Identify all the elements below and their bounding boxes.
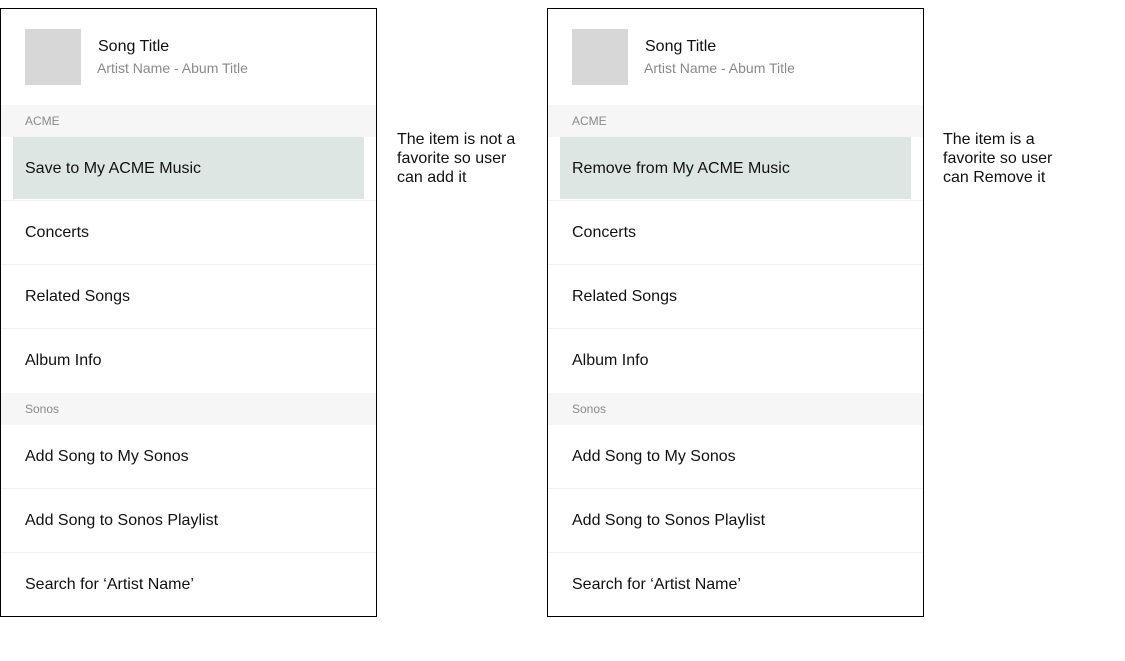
- menu-item-album-info[interactable]: Album Info: [548, 329, 923, 393]
- song-subtitle: Artist Name - Abum Title: [97, 60, 248, 76]
- menu-item-concerts[interactable]: Concerts: [1, 201, 376, 265]
- song-header: Song Title Artist Name - Abum Title: [548, 9, 923, 105]
- menu-item-label: Add Song to Sonos Playlist: [572, 512, 766, 529]
- menu-item-label: Add Song to My Sonos: [572, 448, 736, 465]
- context-menu-not-favorite: Song Title Artist Name - Abum Title ACME…: [0, 8, 377, 617]
- section-header-sonos: Sonos: [1, 393, 376, 425]
- album-art-placeholder: [572, 29, 628, 85]
- menu-item-add-to-my-sonos[interactable]: Add Song to My Sonos: [548, 425, 923, 489]
- menu-item-label: Concerts: [25, 224, 90, 241]
- menu-item-related-songs[interactable]: Related Songs: [548, 265, 923, 329]
- menu-item-search-artist[interactable]: Search for ‘Artist Name’: [1, 553, 376, 617]
- section-header-sonos: Sonos: [548, 393, 923, 425]
- menu-item-label: Related Songs: [25, 288, 130, 305]
- album-art-placeholder: [25, 29, 81, 85]
- context-menu-favorite: Song Title Artist Name - Abum Title ACME…: [547, 8, 924, 617]
- menu-item-add-to-my-sonos[interactable]: Add Song to My Sonos: [1, 425, 376, 489]
- menu-item-label: Save to My ACME Music: [25, 160, 202, 177]
- song-subtitle: Artist Name - Abum Title: [644, 60, 795, 76]
- menu-item-remove-from-acme[interactable]: Remove from My ACME Music: [548, 137, 923, 201]
- annotation-not-favorite: The item is not a favorite so user can a…: [397, 131, 516, 186]
- menu-item-label: Related Songs: [572, 288, 677, 305]
- menu-item-album-info[interactable]: Album Info: [1, 329, 376, 393]
- song-title: Song Title: [98, 38, 170, 55]
- song-header: Song Title Artist Name - Abum Title: [1, 9, 376, 105]
- menu-item-label: Album Info: [572, 352, 649, 369]
- menu-item-label: Add Song to Sonos Playlist: [25, 512, 219, 529]
- section-header-acme: ACME: [548, 105, 923, 137]
- menu-item-label: Add Song to My Sonos: [25, 448, 189, 465]
- menu-item-label: Search for ‘Artist Name’: [25, 576, 194, 593]
- menu-item-label: Remove from My ACME Music: [572, 160, 790, 177]
- menu-item-concerts[interactable]: Concerts: [548, 201, 923, 265]
- section-header-acme: ACME: [1, 105, 376, 137]
- song-title: Song Title: [645, 38, 717, 55]
- menu-item-related-songs[interactable]: Related Songs: [1, 265, 376, 329]
- menu-item-add-to-sonos-playlist[interactable]: Add Song to Sonos Playlist: [548, 489, 923, 553]
- annotation-favorite: The item is a favorite so user can Remov…: [943, 131, 1053, 186]
- menu-item-label: Concerts: [572, 224, 637, 241]
- menu-item-save-to-acme[interactable]: Save to My ACME Music: [1, 137, 376, 201]
- menu-item-label: Album Info: [25, 352, 102, 369]
- menu-item-search-artist[interactable]: Search for ‘Artist Name’: [548, 553, 923, 617]
- menu-item-label: Search for ‘Artist Name’: [572, 576, 741, 593]
- menu-item-add-to-sonos-playlist[interactable]: Add Song to Sonos Playlist: [1, 489, 376, 553]
